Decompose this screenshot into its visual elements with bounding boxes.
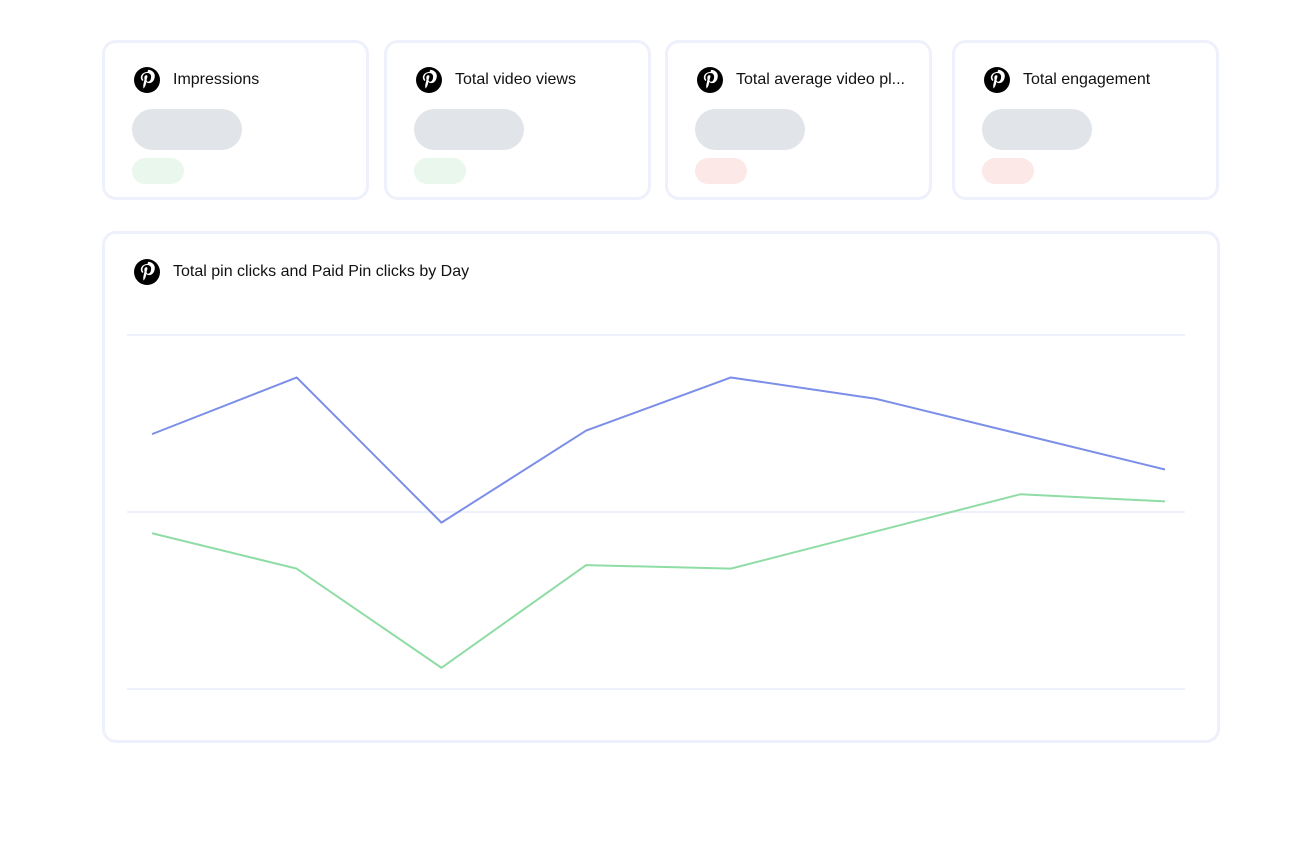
kpi-card-header: Total video views: [416, 67, 576, 93]
kpi-card-title: Total video views: [455, 71, 576, 88]
kpi-card-impressions[interactable]: Impressions: [102, 40, 369, 200]
kpi-card-header: Total engagement: [984, 67, 1150, 93]
delta-badge-placeholder: [414, 158, 466, 184]
delta-badge-placeholder: [982, 158, 1034, 184]
value-placeholder: [132, 109, 242, 150]
pinterest-logo-icon: [134, 67, 160, 93]
delta-badge-placeholder: [132, 158, 184, 184]
kpi-card-total-engagement[interactable]: Total engagement: [952, 40, 1219, 200]
series-line-2[interactable]: [151, 493, 1166, 669]
kpi-card-title: Total average video pl...: [736, 71, 905, 88]
kpi-card-title: Total engagement: [1023, 71, 1151, 88]
chart-card-pin-clicks[interactable]: Total pin clicks and Paid Pin clicks by …: [102, 231, 1220, 743]
kpi-card-header: Impressions: [134, 67, 259, 93]
series-line-1[interactable]: [151, 376, 1166, 524]
kpi-card-total-video-views[interactable]: Total video views: [384, 40, 651, 200]
kpi-card-title: Impressions: [173, 71, 260, 88]
pinterest-logo-icon: [984, 67, 1010, 93]
delta-badge-placeholder: [695, 158, 747, 184]
kpi-card-total-average-video-play[interactable]: Total average video pl...: [665, 40, 932, 200]
pinterest-logo-icon: [697, 67, 723, 93]
line-chart: [127, 334, 1185, 690]
value-placeholder: [695, 109, 805, 150]
value-placeholder: [982, 109, 1092, 150]
kpi-card-header: Total average video pl...: [697, 67, 905, 93]
value-placeholder: [414, 109, 524, 150]
pinterest-logo-icon: [416, 67, 442, 93]
